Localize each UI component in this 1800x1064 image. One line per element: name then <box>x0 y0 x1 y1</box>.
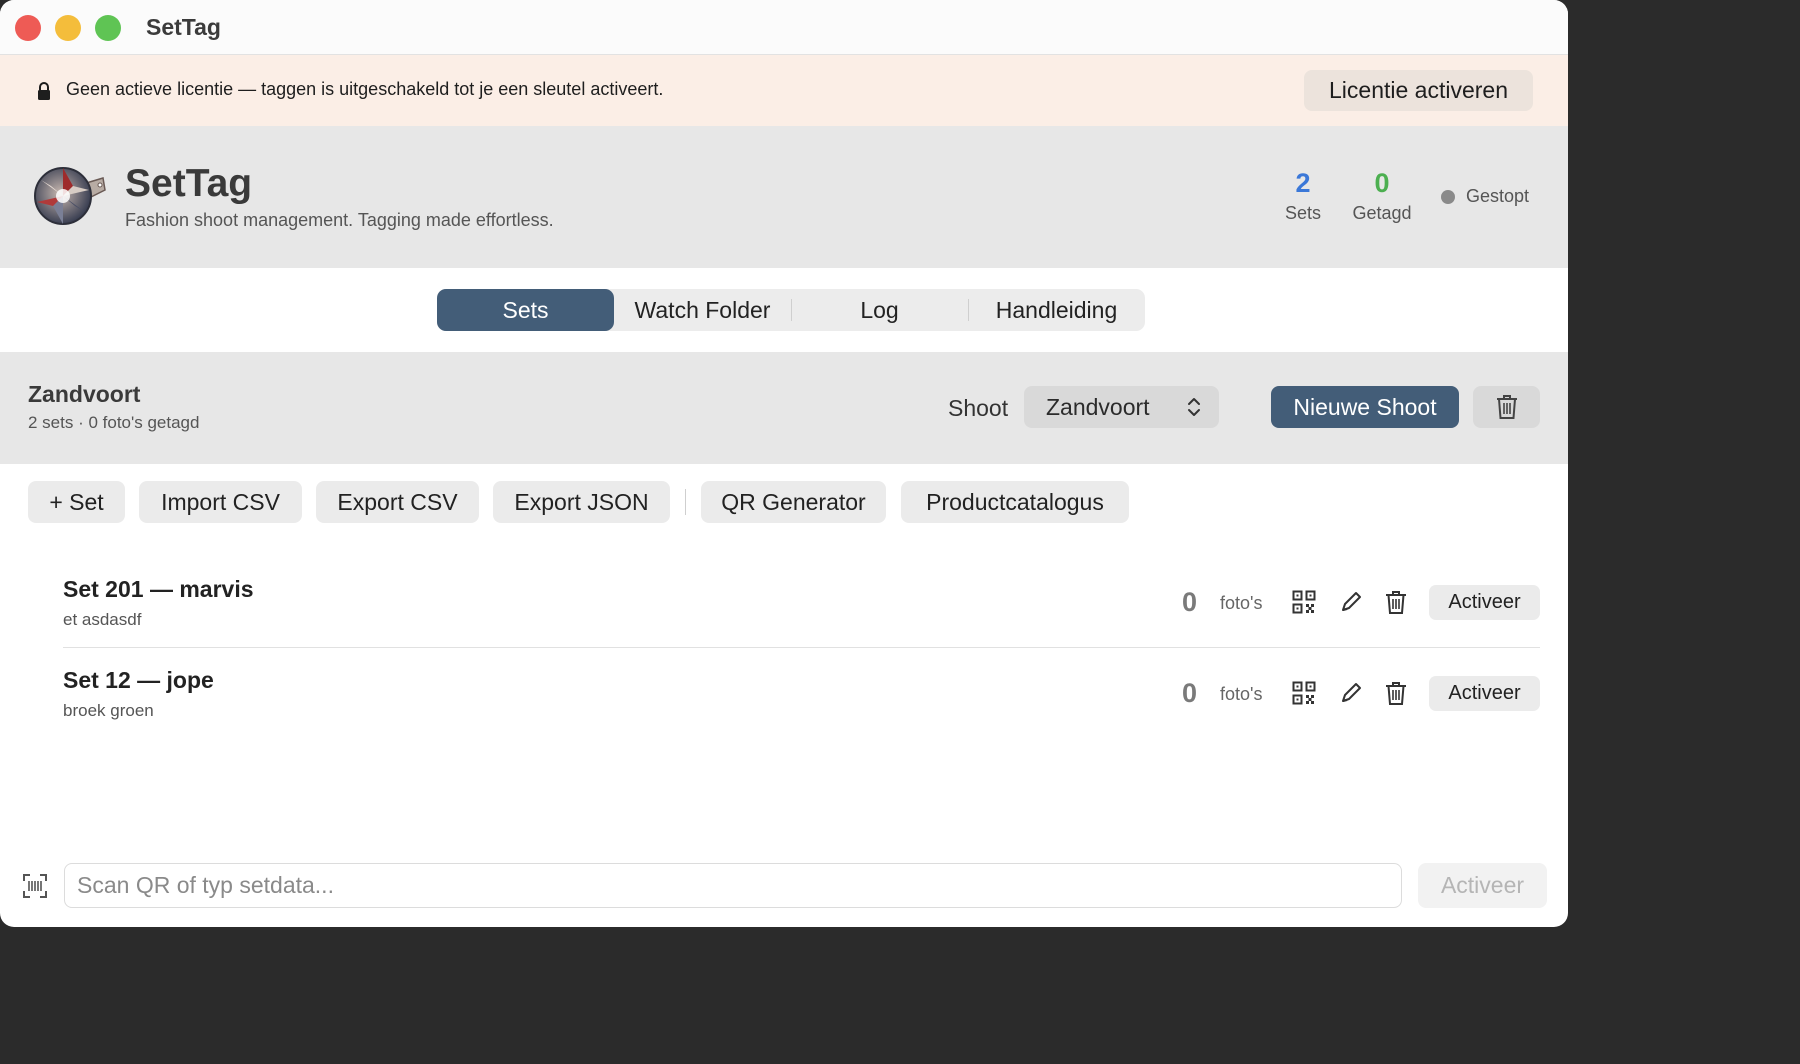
tab-handleiding[interactable]: Handleiding <box>968 289 1145 331</box>
toolbar-divider <box>685 489 686 515</box>
title-bar: SetTag <box>0 0 1568 55</box>
window-title: SetTag <box>146 14 221 40</box>
activate-license-button[interactable]: Licentie activeren <box>1304 70 1533 111</box>
edit-pencil-icon[interactable] <box>1339 681 1363 705</box>
sets-label: Sets <box>1284 203 1322 223</box>
set-list-item: Set 201 — marvis et asdasdf 0 foto's Act… <box>63 557 1540 648</box>
tagged-stat: 0 Getagd <box>1346 168 1418 224</box>
shoot-summary: 2 sets · 0 foto's getagd <box>28 413 200 432</box>
product-catalog-button[interactable]: Productcatalogus <box>901 481 1129 523</box>
qr-code-icon[interactable] <box>1292 590 1316 614</box>
photo-count: 0 <box>1182 587 1198 617</box>
license-banner: Geen actieve licentie — taggen is uitges… <box>0 55 1568 126</box>
chevron-up-down-icon <box>1188 398 1200 416</box>
photo-count-unit: foto's <box>1220 593 1263 613</box>
close-window-button[interactable] <box>15 15 41 41</box>
set-subtitle: et asdasdf <box>63 610 142 629</box>
tab-log[interactable]: Log <box>791 289 968 331</box>
app-name: SetTag <box>125 162 253 205</box>
minimize-window-button[interactable] <box>55 15 81 41</box>
license-warning-text: Geen actieve licentie — taggen is uitges… <box>66 79 664 99</box>
qr-code-icon[interactable] <box>1292 681 1316 705</box>
zoom-window-button[interactable] <box>95 15 121 41</box>
export-csv-button[interactable]: Export CSV <box>316 481 479 523</box>
new-shoot-button[interactable]: Nieuwe Shoot <box>1271 386 1459 428</box>
photo-count: 0 <box>1182 678 1198 708</box>
tab-sets[interactable]: Sets <box>437 289 614 331</box>
tagged-count: 0 <box>1374 168 1390 198</box>
export-json-button[interactable]: Export JSON <box>493 481 670 523</box>
sets-toolbar: + Set Import CSV Export CSV Export JSON … <box>28 481 1228 523</box>
watcher-status: Gestopt <box>1441 186 1529 207</box>
activate-set-button[interactable]: Activeer <box>1429 585 1540 620</box>
import-csv-button[interactable]: Import CSV <box>139 481 302 523</box>
status-dot-icon <box>1441 189 1455 204</box>
edit-pencil-icon[interactable] <box>1339 590 1363 614</box>
sets-count: 2 <box>1295 168 1311 198</box>
qr-generator-button[interactable]: QR Generator <box>701 481 886 523</box>
trash-icon[interactable] <box>1384 681 1408 705</box>
app-header: SetTag Fashion shoot management. Tagging… <box>0 126 1568 268</box>
scan-activate-button[interactable]: Activeer <box>1418 863 1547 908</box>
main-tabs: Sets Watch Folder Log Handleiding <box>437 289 1145 331</box>
set-title: Set 201 — marvis <box>63 576 254 602</box>
scan-input[interactable] <box>64 863 1402 908</box>
app-window: SetTag Geen actieve licentie — taggen is… <box>0 0 1568 927</box>
sets-stat: 2 Sets <box>1274 168 1332 224</box>
settag-logo <box>34 167 106 225</box>
set-subtitle: broek groen <box>63 701 154 720</box>
tagged-label: Getagd <box>1352 203 1412 223</box>
tab-divider <box>968 299 969 321</box>
shoot-select-label: Shoot <box>948 395 1009 421</box>
shoot-bar: Zandvoort 2 sets · 0 foto's getagd Shoot… <box>0 352 1568 464</box>
lock-icon <box>38 82 50 100</box>
status-text: Gestopt <box>1466 186 1530 206</box>
trash-icon[interactable] <box>1384 590 1408 614</box>
set-list-item: Set 12 — jope broek groen 0 foto's Activ… <box>63 648 1540 739</box>
shoot-select[interactable]: Zandvoort <box>1024 386 1219 428</box>
barcode-scan-icon[interactable] <box>22 873 48 899</box>
tab-divider <box>791 299 792 321</box>
tab-watch-folder[interactable]: Watch Folder <box>614 289 791 331</box>
app-tagline: Fashion shoot management. Tagging made e… <box>125 210 554 230</box>
trash-icon <box>1496 395 1517 419</box>
activate-set-button[interactable]: Activeer <box>1429 676 1540 711</box>
delete-shoot-button[interactable] <box>1473 386 1540 428</box>
photo-count-unit: foto's <box>1220 684 1263 704</box>
shoot-select-value: Zandvoort <box>1046 393 1150 420</box>
shoot-title: Zandvoort <box>28 381 141 407</box>
set-title: Set 12 — jope <box>63 667 214 693</box>
add-set-button[interactable]: + Set <box>28 481 125 523</box>
